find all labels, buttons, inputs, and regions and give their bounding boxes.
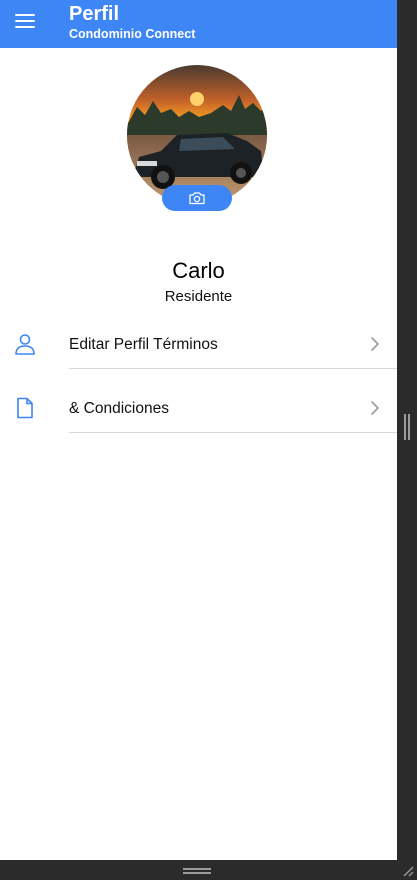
camera-icon <box>189 192 205 205</box>
divider <box>69 368 397 369</box>
user-name: Carlo <box>172 258 225 283</box>
page-title: Perfil <box>69 3 120 25</box>
avatar-photo <box>127 65 267 205</box>
app-screen: Perfil Condominio Connect Carlo Resident… <box>0 0 397 860</box>
avatar[interactable] <box>127 65 267 205</box>
app-header: Perfil Condominio Connect <box>0 0 397 48</box>
resize-corner-icon[interactable] <box>400 863 414 877</box>
vertical-resize-handle[interactable] <box>403 414 411 440</box>
window-edge-right <box>397 0 417 880</box>
hamburger-menu-icon[interactable] <box>12 10 38 34</box>
divider <box>69 432 397 433</box>
terms-conditions-label: & Condiciones <box>69 400 169 417</box>
app-subtitle: Condominio Connect <box>69 27 196 41</box>
change-photo-button[interactable] <box>162 185 232 211</box>
chevron-right-icon <box>371 401 379 415</box>
chevron-right-icon <box>371 337 379 351</box>
edit-profile-label: Editar Perfil Términos <box>69 336 218 353</box>
terms-conditions-item[interactable]: & Condiciones <box>0 377 397 439</box>
user-role: Residente <box>164 288 233 305</box>
user-icon <box>15 334 35 355</box>
edit-profile-item[interactable]: Editar Perfil Términos <box>0 313 397 375</box>
horizontal-resize-handle[interactable] <box>183 867 211 875</box>
document-icon <box>17 397 33 419</box>
